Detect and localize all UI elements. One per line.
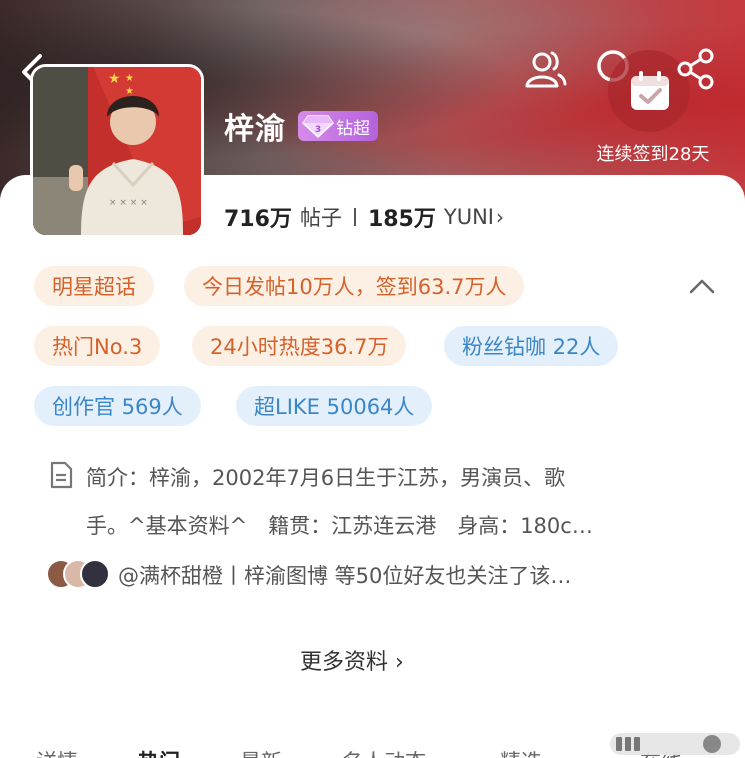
calendar-check-icon — [631, 71, 669, 110]
tab-hot[interactable]: 热门 — [138, 746, 180, 758]
user-group-icon — [525, 51, 567, 88]
watermark-bar — [616, 737, 622, 751]
tag-star-topic[interactable]: 明星超话 — [34, 266, 154, 306]
page-title: 梓渝 — [224, 112, 286, 147]
fans-label: YUNI — [443, 205, 494, 229]
members-button[interactable] — [522, 46, 568, 92]
tab-featured[interactable]: 精选 — [500, 746, 542, 758]
title-row: 梓渝 3 钻超 — [224, 104, 378, 148]
fans-count: 185万 — [367, 207, 436, 232]
share-icon — [677, 48, 714, 90]
avatar[interactable]: ★ ★ ★ × × × × — [30, 64, 204, 238]
svg-text:× × × ×: × × × × — [109, 198, 148, 208]
watermark-bar — [625, 737, 631, 751]
tag-hot-rank[interactable]: 热门No.3 — [34, 326, 161, 366]
checkin-streak-text: 连续签到28天 — [596, 144, 710, 165]
super-badge-label: 钻超 — [336, 118, 370, 139]
posts-count: 716万 — [224, 207, 292, 232]
document-icon — [50, 461, 73, 489]
stats-row[interactable]: 716万 帖子 185万 YUNI › — [224, 200, 504, 234]
diamond-icon: 3 — [302, 115, 334, 139]
chevron-up-icon[interactable] — [686, 272, 718, 300]
posts-label: 帖子 — [299, 206, 342, 230]
friend-avatar — [80, 559, 110, 589]
intro-text-line-2[interactable]: 手。^基本资料^ 籍贯：江苏连云港 身高：180c… — [86, 510, 593, 540]
tab-details[interactable]: 详情 — [36, 746, 78, 758]
watermark-bar — [634, 737, 640, 751]
chevron-right-icon: › — [495, 205, 504, 229]
tag-creators[interactable]: 创作官 569人 — [34, 386, 201, 426]
tab-latest[interactable]: 最新 — [240, 746, 282, 758]
svg-text:★: ★ — [108, 71, 121, 87]
friends-following-text[interactable]: @满杯甜橙丨梓渝图博 等50位好友也关注了该… — [118, 560, 571, 590]
friend-avatars — [46, 557, 110, 593]
svg-text:★: ★ — [125, 86, 134, 97]
stats-divider — [353, 208, 356, 226]
tag-heat-24h[interactable]: 24小时热度36.7万 — [192, 326, 407, 366]
avatar-photo: ★ ★ ★ × × × × — [33, 67, 201, 235]
watermark-badge — [610, 733, 740, 755]
share-button[interactable] — [675, 46, 721, 92]
intro-text-line-1: 简介：梓渝，2002年7月6日生于江苏，男演员、歌 — [86, 466, 566, 490]
svg-text:★: ★ — [125, 73, 134, 84]
super-badge[interactable]: 3 钻超 — [298, 111, 378, 141]
watermark-dot — [703, 735, 721, 753]
tag-daily-activity[interactable]: 今日发帖10万人，签到63.7万人 — [184, 266, 525, 306]
svg-text:3: 3 — [315, 125, 321, 135]
tag-diamond-fans[interactable]: 粉丝钻咖 22人 — [444, 326, 619, 366]
tag-super-like[interactable]: 超LIKE 50064人 — [236, 386, 433, 426]
tab-celebrity[interactable]: 名人动态 — [342, 746, 426, 758]
more-info-button[interactable]: 更多资料 › — [300, 644, 404, 676]
